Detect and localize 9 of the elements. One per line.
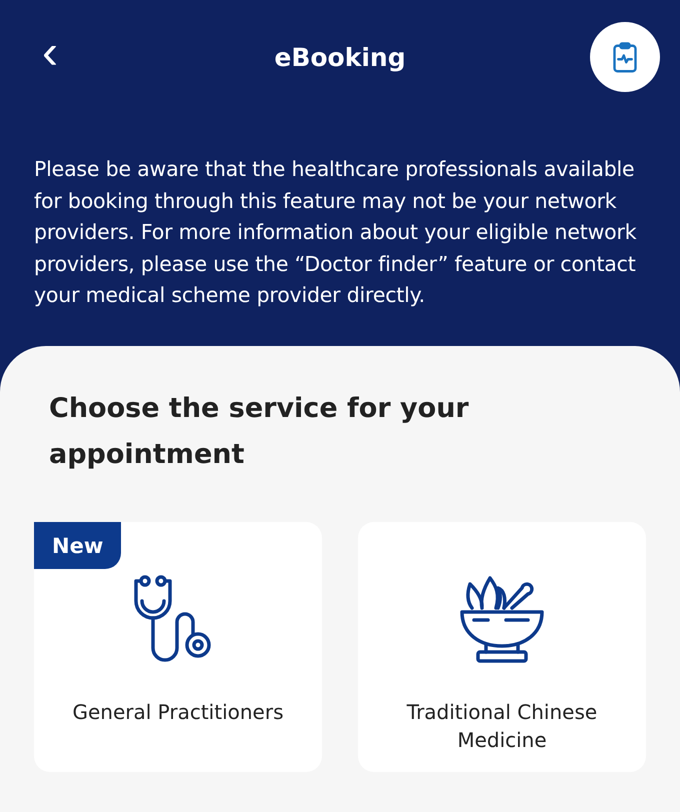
service-label: Traditional Chinese Medicine [406, 698, 598, 754]
section-heading: Choose the service for your appointment [49, 392, 470, 472]
disclaimer-text: Please be aware that the healthcare professionals available for booking through this feature may not be your network providers. For more information about your eligible network providers, please use the “Doctor finder” feature or contact your medical scheme provider directly. [34, 156, 638, 309]
service-card[interactable]: New General Practitioners [34, 522, 322, 772]
page-title: eBooking [274, 42, 406, 72]
service-label: General Practitioners [71, 698, 284, 726]
back-button[interactable]: ‹ [34, 29, 66, 77]
service-card[interactable]: Traditional Chinese Medicine [358, 522, 646, 772]
new-badge: New [34, 522, 122, 568]
